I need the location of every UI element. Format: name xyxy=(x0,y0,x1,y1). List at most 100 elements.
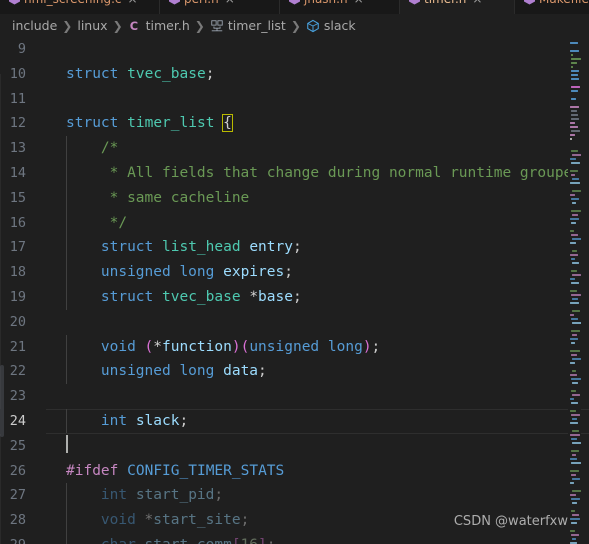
minimap[interactable] xyxy=(568,37,581,544)
token: unsigned xyxy=(100,363,171,380)
minimap-token xyxy=(570,434,580,436)
minimap-token xyxy=(570,194,575,196)
breadcrumb-item-label: timer_list xyxy=(227,18,286,33)
token: struct xyxy=(100,239,154,256)
breadcrumb-item-timer_list[interactable]: timer_list xyxy=(210,18,286,33)
code-line-content[interactable]: unsigned long data; xyxy=(46,359,589,385)
code-line[interactable]: 29 char start_comm[16]; xyxy=(0,532,589,544)
editor-tab-nmi-screening-c[interactable]: nmi_screening.c × xyxy=(0,0,160,14)
code-line[interactable]: 17 struct list_head entry; xyxy=(0,235,589,261)
line-number: 29 xyxy=(0,533,46,544)
breadcrumb-item-include[interactable]: include xyxy=(12,18,57,33)
minimap-token xyxy=(570,158,576,160)
minimap-token xyxy=(572,178,579,180)
code-line[interactable]: 27 int start_pid; xyxy=(0,483,589,509)
token: long xyxy=(179,363,215,380)
editor-tab-makefile[interactable]: Makefile× xyxy=(515,0,589,14)
code-line[interactable]: 12 struct timer_list { xyxy=(0,111,589,136)
code-tokens: char start_comm[16]; xyxy=(66,537,276,544)
line-number: 24 xyxy=(9,412,26,429)
breadcrumb-item-linux[interactable]: linux xyxy=(77,18,107,33)
editor-tab-timer-h[interactable]: timer.h × xyxy=(400,0,515,14)
code-line[interactable]: 13 /* xyxy=(0,136,589,161)
editor-tab-label: Makefile xyxy=(539,0,589,6)
close-icon[interactable]: × xyxy=(128,0,138,6)
token: ] xyxy=(258,537,267,544)
code-line[interactable]: 28 void *start_site; xyxy=(0,508,589,533)
close-icon[interactable]: × xyxy=(225,0,235,6)
breadcrumb-item-label: linux xyxy=(77,18,108,33)
code-line-content[interactable]: int start_pid; xyxy=(46,483,589,509)
minimap-token xyxy=(570,302,579,304)
code-line-content[interactable]: void *start_site; xyxy=(46,508,589,533)
minimap-token xyxy=(571,210,581,212)
token: */ xyxy=(100,214,128,231)
code-line-content[interactable]: void (*function)(unsigned long); xyxy=(46,334,589,360)
minimap-token xyxy=(572,334,577,336)
minimap-token xyxy=(572,430,579,432)
code-lines-container[interactable]: 9 10 struct tvec_base; 11 12 struct timer_lis… xyxy=(0,37,589,544)
code-line[interactable]: 11 xyxy=(0,87,589,112)
code-line[interactable]: 18 unsigned long expires; xyxy=(0,260,589,285)
minimap-token xyxy=(571,174,575,176)
close-icon[interactable]: × xyxy=(354,0,364,6)
close-icon[interactable]: × xyxy=(472,0,482,6)
code-line-content[interactable]: int slack; xyxy=(46,408,589,434)
breadcrumb-item-timer-h[interactable]: Ctimer.h xyxy=(128,18,190,33)
sidebar-vertical-scrollbar[interactable] xyxy=(0,365,4,437)
minimap-token xyxy=(571,150,578,152)
breadcrumb[interactable]: include ❯ linux ❯ Ctimer.h ❯ timer_list ❯ slack xyxy=(0,14,589,37)
minimap-token xyxy=(571,270,577,272)
line-number: 21 xyxy=(9,338,26,355)
code-line[interactable]: 23 xyxy=(0,384,589,409)
code-line-content[interactable]: * All fields that change during normal r… xyxy=(46,160,589,186)
code-line-content[interactable]: * same cacheline xyxy=(46,185,589,211)
c-file-icon xyxy=(409,0,420,5)
code-line-content[interactable]: struct tvec_base; xyxy=(46,62,589,87)
editor-tab-perf-h[interactable]: perf.h × xyxy=(160,0,280,14)
minimap-token xyxy=(571,118,579,120)
token: unsigned xyxy=(249,338,320,355)
token: ; xyxy=(371,338,381,355)
editor-tab-label: jhash.h xyxy=(304,0,348,6)
code-line[interactable]: 26 #ifdef CONFIG_TIMER_STATS xyxy=(0,459,589,484)
code-line-content[interactable]: unsigned long expires; xyxy=(46,260,589,285)
editor-tab-label: nmi_screening.c xyxy=(24,0,122,6)
code-line-content[interactable]: struct list_head entry; xyxy=(46,235,589,261)
editor-vertical-scrollbar[interactable] xyxy=(581,37,589,544)
code-line-content[interactable]: #ifdef CONFIG_TIMER_STATS xyxy=(46,459,589,484)
code-line[interactable]: 19 struct tvec_base *base; xyxy=(0,284,589,310)
code-line-content[interactable]: struct tvec_base *base; xyxy=(46,284,589,310)
code-line-content[interactable]: struct timer_list { xyxy=(46,111,589,136)
minimap-token xyxy=(570,242,576,244)
code-line[interactable]: 21 void (*function)(unsigned long); xyxy=(0,334,589,360)
code-editor[interactable]: 9 10 struct tvec_base; 11 12 struct timer_lis… xyxy=(0,37,589,544)
code-line[interactable]: 14 * All fields that change during norma… xyxy=(0,160,589,186)
code-line[interactable]: 9 xyxy=(0,37,589,62)
minimap-token xyxy=(571,330,580,332)
minimap-token xyxy=(571,222,576,224)
token: ; xyxy=(292,288,302,305)
code-line-content[interactable]: /* xyxy=(46,136,589,161)
c-file-icon: C xyxy=(128,19,142,33)
minimap-token xyxy=(572,190,581,192)
code-line-content[interactable] xyxy=(46,434,589,459)
code-line[interactable]: 25 xyxy=(0,434,589,459)
token: slack xyxy=(135,412,180,429)
code-line-content[interactable]: */ xyxy=(46,210,589,236)
editor-tab-jhash-h[interactable]: jhash.h × xyxy=(280,0,400,14)
code-line[interactable]: 15 * same cacheline xyxy=(0,185,589,211)
minimap-token xyxy=(572,322,581,324)
breadcrumb-item-slack[interactable]: slack xyxy=(306,18,356,33)
minimap-token xyxy=(571,54,573,56)
code-line[interactable]: 10 struct tvec_base; xyxy=(0,62,589,87)
breadcrumb-item-label: timer.h xyxy=(145,18,190,33)
code-line[interactable]: 20 xyxy=(0,310,589,335)
code-line[interactable]: 24 int slack; xyxy=(0,408,589,434)
indent-guide xyxy=(66,235,67,261)
code-line-content[interactable]: char start_comm[16]; xyxy=(46,532,589,544)
code-line[interactable]: 16 */ xyxy=(0,210,589,236)
code-line[interactable]: 22 unsigned long data; xyxy=(0,359,589,385)
